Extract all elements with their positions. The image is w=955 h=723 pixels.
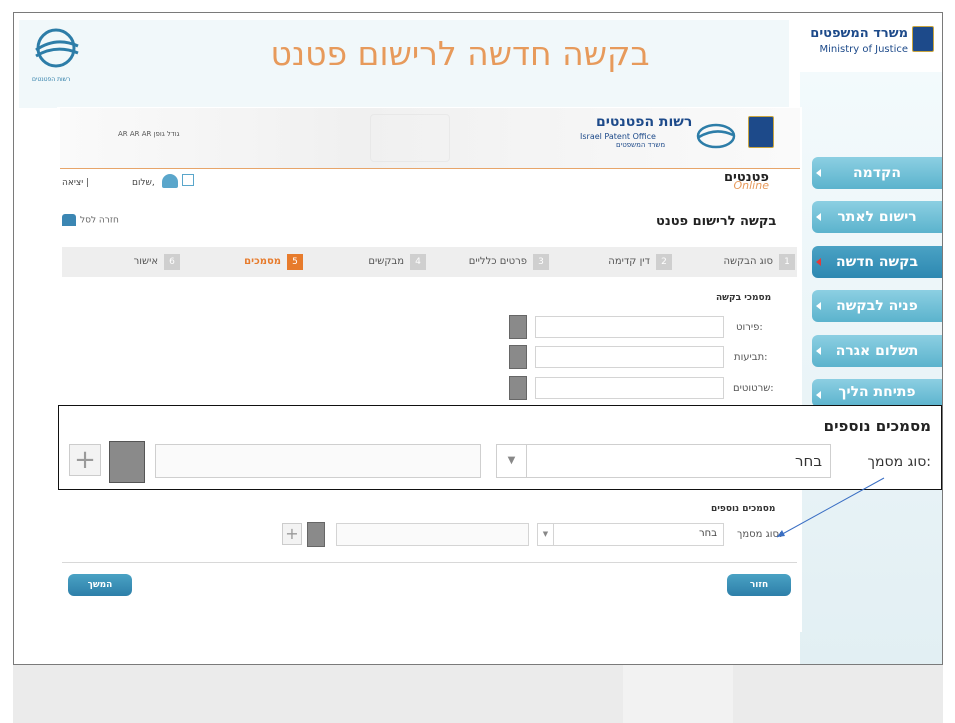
sidebar-item-open-procedure[interactable]: פתיחת הליך [812,379,942,407]
sidebar-item-intro[interactable]: הקדמה [812,157,942,189]
continue-button[interactable]: המשך [68,574,132,596]
step-number: 3 [533,254,549,270]
drawings-upload-icon[interactable] [509,376,527,400]
step-label: אישור [134,247,158,277]
exit-link[interactable]: יציאה | [62,178,89,188]
step-5[interactable]: 5 מסמכים [183,247,303,277]
chevron-left-icon [816,169,821,177]
chevron-down-icon[interactable]: ▼ [538,524,554,545]
step-6[interactable]: 6 אישור [62,247,180,277]
doc-type-label: סוג מסמך: [737,529,782,540]
back-link-label: חזרה לסל [80,216,119,226]
sidebar-item-label: תשלום אגרה [836,343,919,359]
step-1[interactable]: 1 סוג הבקשה [675,247,795,277]
callout-add-icon[interactable]: + [69,444,101,476]
sidebar-item-label: הקדמה [853,165,901,181]
step-number: 2 [656,254,672,270]
zoom-callout: מסמכים נוספים סוג מסמך: בחר ▼ + [58,405,942,490]
agency-hebrew: רשות הפטנטים [596,114,692,130]
select-value: בחר [699,528,717,539]
callout-upload-icon[interactable] [109,441,145,483]
ministry-english: Ministry of Justice [819,44,908,55]
sidebar-item-label: פניה לבקשה [836,298,918,314]
chevron-left-icon [816,347,821,355]
upload-icon[interactable] [307,522,325,547]
divider [62,562,797,563]
chevron-down-icon[interactable]: ▼ [497,445,527,477]
menorah-emblem-icon [912,26,934,52]
bottom-strip [13,665,943,723]
step-number: 6 [164,254,180,270]
scales-of-justice-icon [370,114,450,162]
step-label: מסמכים [244,247,281,277]
step-4[interactable]: 4 מבקשים [306,247,426,277]
greeting: שלום, [132,178,155,188]
home-icon [62,214,76,226]
step-label: דין קדימה [608,247,650,277]
agency-subtitle: משרד המשפטים [616,141,665,149]
ministry-hebrew: משרד המשפטים [810,26,908,41]
step-2[interactable]: 2 דין קדימה [552,247,672,277]
sidebar-item-new-request[interactable]: בקשה חדשה [812,246,942,278]
agency-logo-icon [695,122,737,150]
select-value: בחר [795,452,822,470]
sidebar-item-label: רישום לאתר [837,209,916,225]
help-video-icon[interactable] [182,174,194,186]
callout-doc-type-select[interactable]: בחר ▼ [496,444,831,478]
drawings-label: שרטוטים: [733,383,774,394]
doc-type-select[interactable]: בחר ▼ [537,523,724,546]
wizard-steps: 1 סוג הבקשה 2 דין קדימה 3 פרטים כלליים 4 מבק… [62,247,797,277]
step-label: מבקשים [368,247,404,277]
divider [60,168,800,169]
step-number: 5 [287,254,303,270]
step-number: 1 [779,254,795,270]
patent-office-logo-icon [26,26,86,76]
request-docs-heading: מסמכי בקשה [716,293,771,303]
specification-upload-icon[interactable] [509,315,527,339]
chevron-left-icon [816,258,821,266]
callout-file-name-field[interactable] [155,444,481,478]
claims-field[interactable] [535,346,724,368]
step-number: 4 [410,254,426,270]
user-icon [162,174,178,188]
patents-online-logo: פטנטים Online [724,170,769,192]
sidebar-item-fee-payment[interactable]: תשלום אגרה [812,335,942,367]
step-label: סוג הבקשה [723,247,773,277]
page-title: בקשה חדשה לרישום פטנט [220,34,700,73]
sidebar-item-request-inquiry[interactable]: פניה לבקשה [812,290,942,322]
callout-title: מסמכים נוספים [824,417,931,435]
back-button[interactable]: חזור [727,574,791,596]
claims-label: תביעות: [734,352,768,363]
callout-doc-type-label: סוג מסמך: [868,454,931,470]
form-title: בקשה לרישום פטנט [656,214,776,229]
chevron-left-icon [816,213,821,221]
chevron-left-icon [816,391,821,399]
specification-label: פירוט: [736,322,763,333]
back-to-basket-link[interactable]: חזרה לסל [62,214,119,226]
drawings-field[interactable] [535,377,724,399]
font-size-links[interactable]: AR AR AR גודל גופן [118,130,180,138]
chevron-left-icon [816,302,821,310]
file-name-field[interactable] [336,523,529,546]
claims-upload-icon[interactable] [509,345,527,369]
agency-english: Israel Patent Office [580,132,656,141]
add-icon[interactable]: + [282,523,302,545]
menorah-emblem-icon [748,116,774,148]
ministry-logo: משרד המשפטים Ministry of Justice [795,24,940,72]
sidebar-item-label: פתיחת הליך [838,384,915,400]
step-label: פרטים כלליים [469,247,527,277]
additional-docs-heading: מסמכים נוספים [711,504,775,514]
sidebar-item-register[interactable]: רישום לאתר [812,201,942,233]
inner-banner: AR AR AR גודל גופן רשות הפטנטים Israel P… [60,108,800,168]
step-3[interactable]: 3 פרטים כלליים [429,247,549,277]
logo-caption: רשות הפטנטים [32,76,70,83]
sidebar-item-label: בקשה חדשה [836,254,918,270]
specification-field[interactable] [535,316,724,338]
patent-office-logo: רשות הפטנטים [26,26,104,86]
